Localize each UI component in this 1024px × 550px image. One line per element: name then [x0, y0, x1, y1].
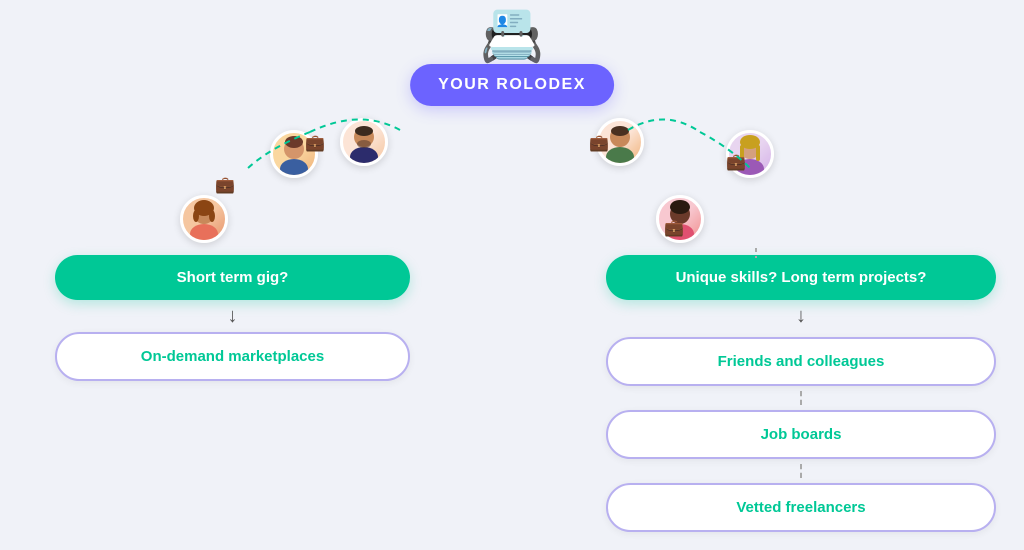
briefcase-icon-3: 💼 — [589, 133, 609, 153]
job-boards-box: Job boards — [606, 410, 996, 459]
vetted-freelancers-box: Vetted freelancers — [606, 483, 996, 532]
arrow-down-left: ↓ — [228, 306, 238, 326]
briefcase-icon-1: 💼 — [215, 175, 235, 195]
friends-colleagues-box: Friends and colleagues — [606, 337, 996, 386]
avatar-left-woman — [180, 195, 228, 243]
dashed-connector-1 — [800, 391, 802, 405]
short-term-gig-box: Short term gig? — [55, 255, 410, 300]
briefcase-icon-5: 💼 — [664, 218, 684, 238]
left-column: Short term gig? ↓ On-demand marketplaces — [55, 255, 410, 381]
unique-skills-box: Unique skills? Long term projects? — [606, 255, 996, 300]
on-demand-box: On-demand marketplaces — [55, 332, 410, 381]
rolodex-icon: 📇 — [480, 10, 545, 62]
rolodex-section: 📇 YOUR ROLODEX — [410, 10, 614, 106]
main-container: 📇 YOUR ROLODEX — [0, 0, 1024, 550]
dashed-connector-2 — [800, 464, 802, 478]
avatar-left-man2 — [340, 118, 388, 166]
right-column: Unique skills? Long term projects? ↓ Fri… — [606, 255, 996, 537]
arrow-down-right: ↓ — [796, 306, 806, 326]
rolodex-label: YOUR ROLODEX — [410, 64, 614, 106]
briefcase-icon-4: 💼 — [726, 152, 746, 172]
briefcase-icon-2: 💼 — [305, 133, 325, 153]
